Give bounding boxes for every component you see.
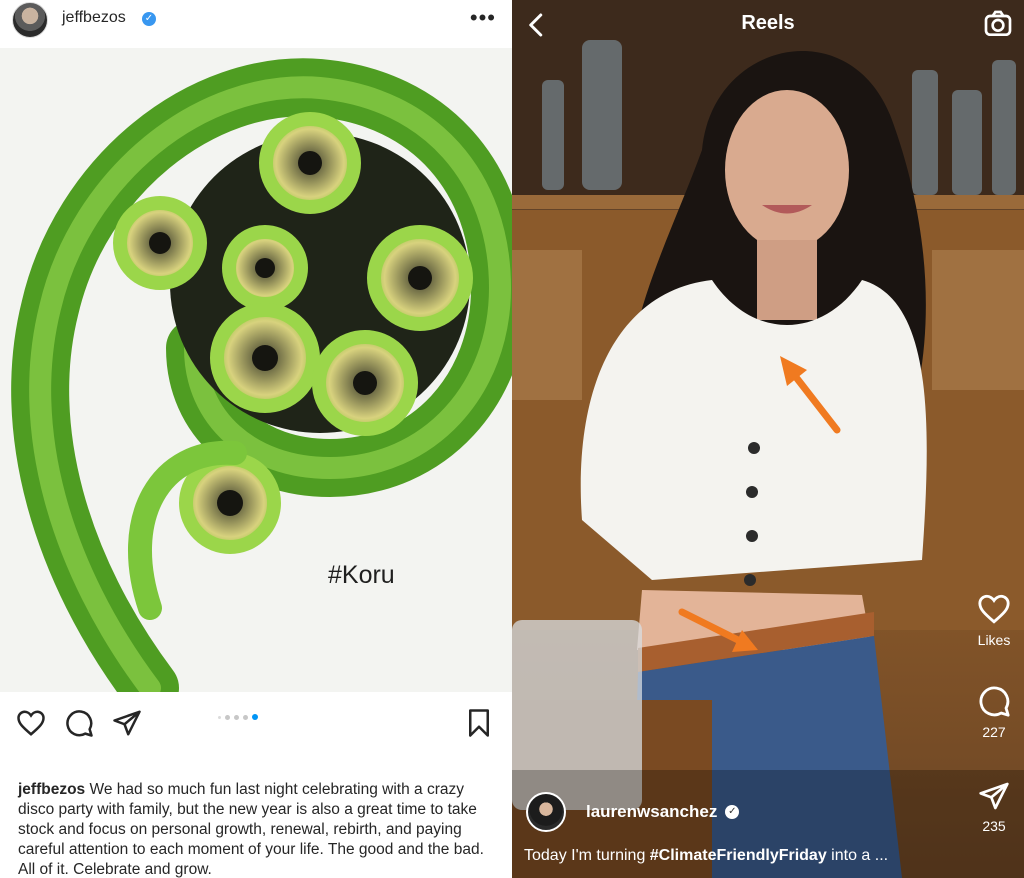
heart-icon[interactable] xyxy=(977,592,1011,626)
instagram-post: jeffbezos ✓ ••• #Koru jeffbezos We had s… xyxy=(0,0,512,878)
shares-count: 235 xyxy=(982,818,1006,834)
caption-text: We had so much fun last night celebratin… xyxy=(18,781,484,878)
heart-icon[interactable] xyxy=(16,708,46,738)
post-action-bar xyxy=(0,700,512,744)
reel-username[interactable]: laurenwsanchez xyxy=(586,802,717,822)
verified-badge-icon: ✓ xyxy=(725,805,740,819)
reel-caption-prefix: Today I'm turning xyxy=(524,847,650,864)
carousel-dot xyxy=(225,714,230,720)
likes-label: Likes xyxy=(977,632,1011,648)
comment-icon[interactable] xyxy=(977,684,1011,718)
avatar[interactable] xyxy=(12,2,48,38)
post-image[interactable]: #Koru xyxy=(0,48,512,692)
comments-count: 227 xyxy=(982,724,1006,740)
share-control[interactable]: 235 xyxy=(964,780,1024,834)
reel-author[interactable]: laurenwsanchez ✓ xyxy=(526,792,740,832)
more-horizontal-icon[interactable]: ••• xyxy=(470,5,496,31)
avatar[interactable] xyxy=(526,792,566,832)
caption-username[interactable]: jeffbezos xyxy=(18,781,85,798)
bookmark-icon[interactable] xyxy=(464,708,494,738)
koru-fern-image xyxy=(11,58,512,692)
reel-video-frame xyxy=(512,0,1024,878)
send-icon[interactable] xyxy=(978,780,1010,812)
camera-icon[interactable] xyxy=(982,8,1014,40)
verified-badge-icon: ✓ xyxy=(142,12,156,26)
carousel-dot xyxy=(234,714,239,720)
send-icon[interactable] xyxy=(112,708,142,738)
post-username[interactable]: jeffbezos xyxy=(62,9,126,27)
image-hashtag-text: #Koru xyxy=(328,561,395,589)
carousel-dot xyxy=(243,714,248,720)
carousel-dot-active xyxy=(252,714,258,720)
post-header: jeffbezos ✓ ••• xyxy=(0,0,512,40)
comment-icon[interactable] xyxy=(64,708,94,738)
reel-caption[interactable]: Today I'm turning #ClimateFriendlyFriday… xyxy=(524,847,888,865)
reel-caption-suffix: into a ... xyxy=(826,847,889,864)
post-caption: jeffbezos We had so much fun last night … xyxy=(18,780,502,878)
carousel-indicator xyxy=(218,714,258,720)
likes-control[interactable]: Likes xyxy=(964,592,1024,648)
reel-title: Reels xyxy=(741,12,795,34)
reel-viewer[interactable]: Reels Likes 227 235 laurenwsanchez ✓ Tod… xyxy=(512,0,1024,878)
reel-hashtag-link[interactable]: #ClimateFriendlyFriday xyxy=(650,847,827,864)
comments-control[interactable]: 227 xyxy=(964,684,1024,740)
carousel-dot xyxy=(218,715,221,719)
